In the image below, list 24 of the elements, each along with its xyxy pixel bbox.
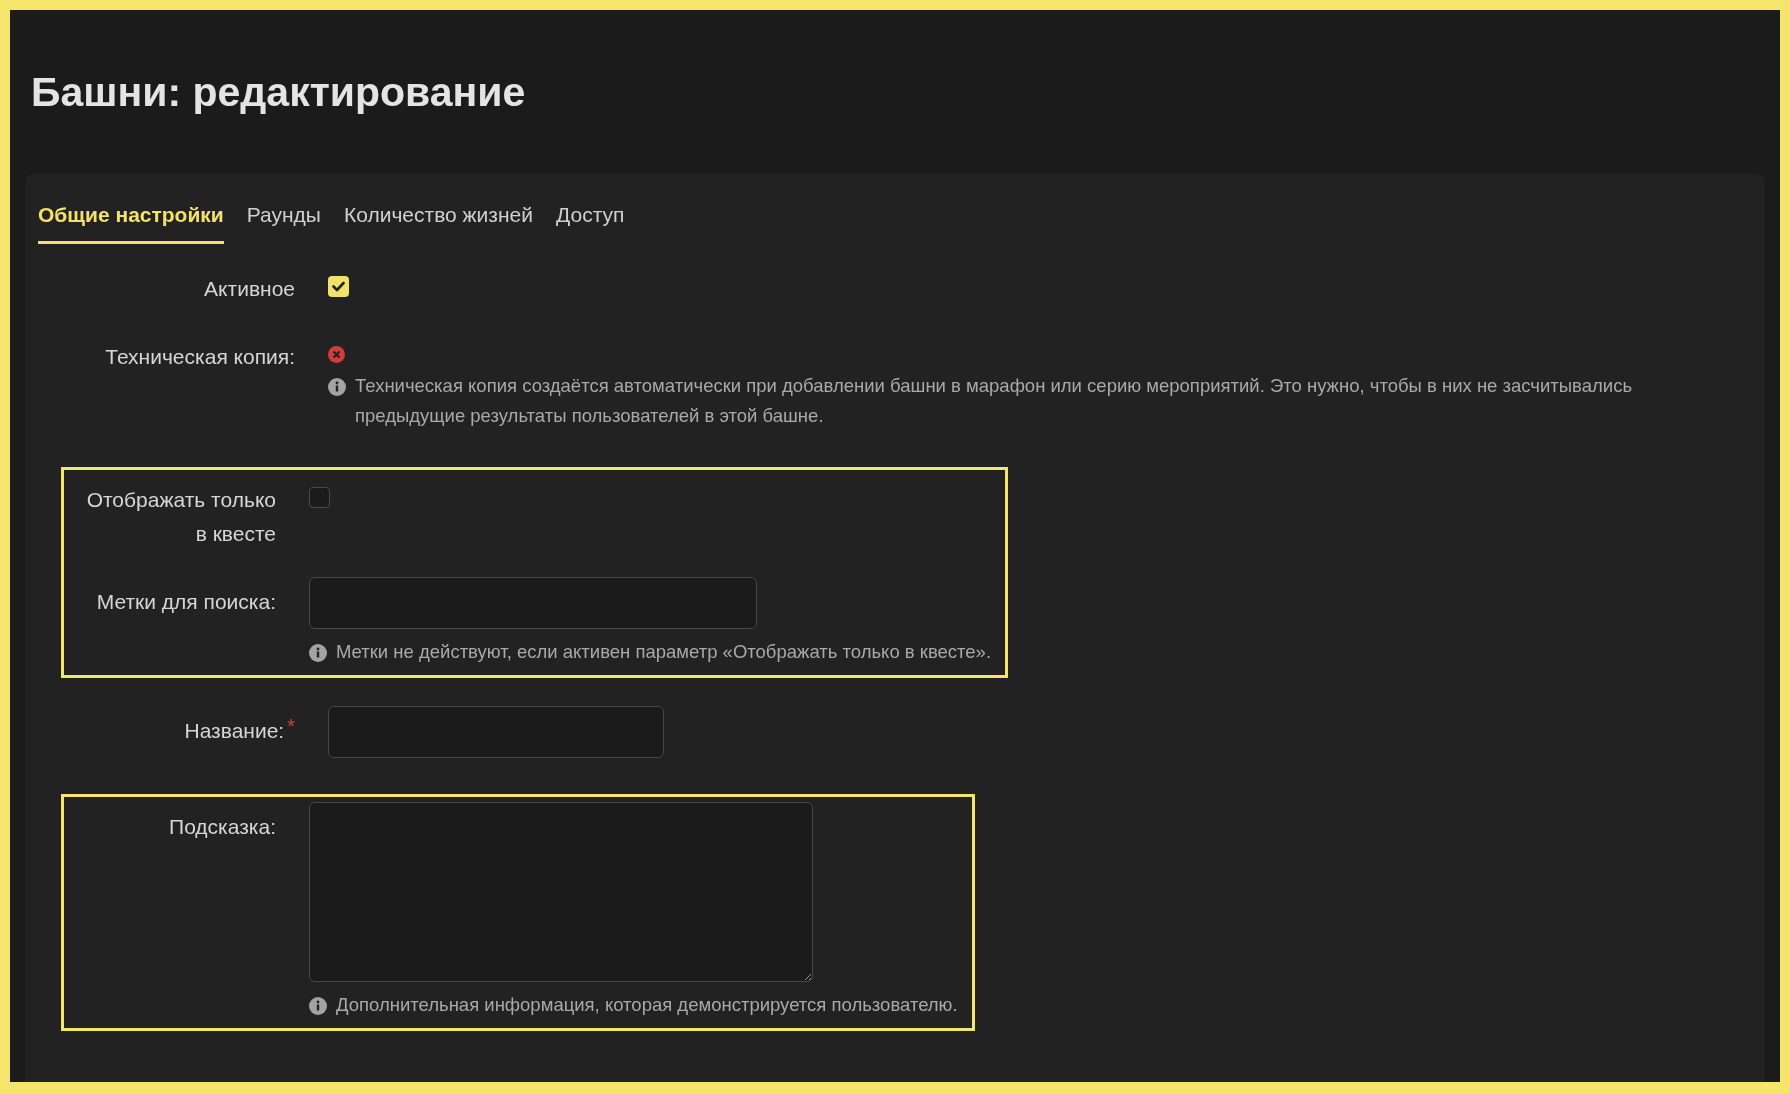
hint-text: Техническая копия создаётся автоматически при добавлении башни в марафон или серию мероприятий. Это нужно, чтобы в них не засчитывались предыдущие результаты пользователей в этой башне. [355,373,1634,428]
page-title: Башни: редактирование [31,68,527,116]
required-asterisk: * [287,715,295,739]
tab[interactable]: Количество жизней [343,199,533,244]
checkmark-icon [332,280,345,292]
field-label: Техническая копия: [105,343,295,370]
info-icon [328,377,346,396]
tab[interactable]: Доступ [556,199,625,244]
field-label: Метки для поиска: [96,588,276,615]
tab[interactable]: Общие настройки [38,199,224,244]
field-label: Подсказка: [169,813,276,840]
hint-text: Метки не действуют, если активен параметр «Отображать только в квесте». [336,639,992,664]
info-icon [309,996,327,1015]
tab[interactable]: Раунды [246,199,321,244]
textarea-field[interactable] [309,801,813,982]
checkbox[interactable] [328,275,349,297]
text-input[interactable] [328,705,664,758]
checkbox[interactable] [309,486,330,508]
field-label: Отображать только в квесте [85,486,276,547]
text-input[interactable] [309,576,757,629]
info-icon [309,643,327,662]
field-label: Активное [204,275,295,302]
hint-text: Дополнительная информация, которая демонстрируется пользователю. [336,992,958,1017]
field-label: Название: [184,717,285,744]
